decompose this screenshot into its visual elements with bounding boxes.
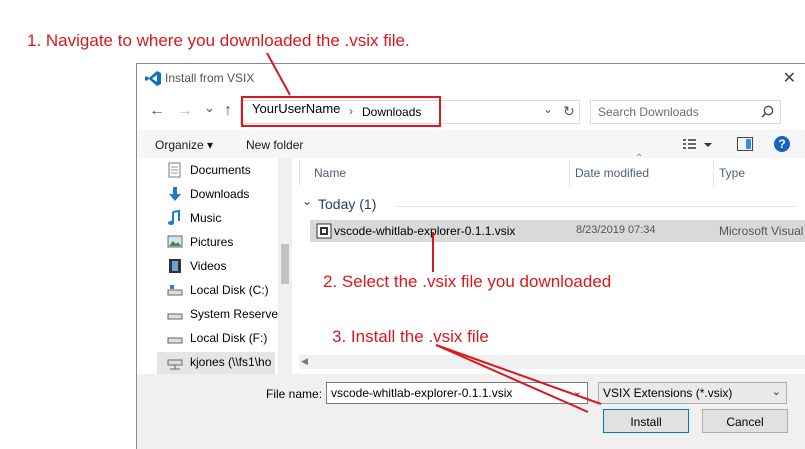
annotation-arrows bbox=[266, 52, 602, 413]
arrow-step3-b bbox=[435, 344, 589, 413]
arrow-step1 bbox=[266, 52, 291, 96]
arrow-step3-a bbox=[435, 344, 602, 405]
